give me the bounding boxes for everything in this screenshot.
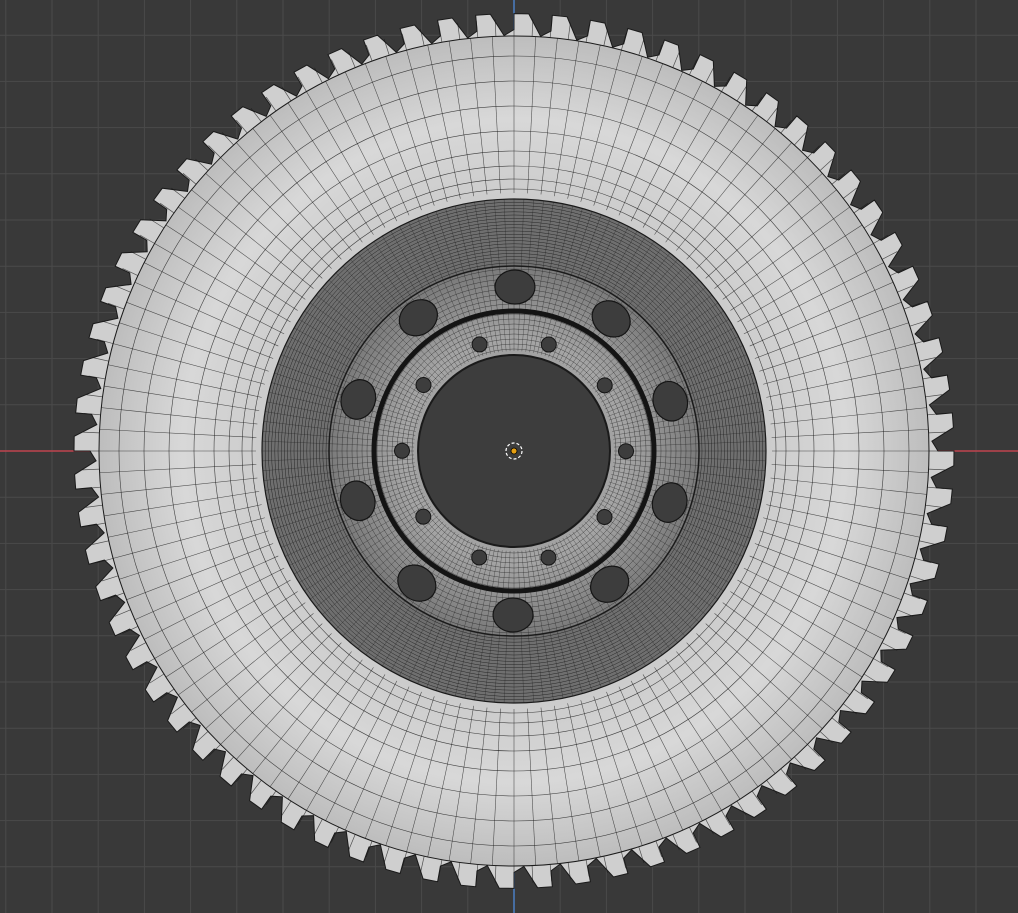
lug-nut-hole [415,377,432,394]
lug-nut-hole [415,508,432,525]
viewport-canvas[interactable] [0,0,1018,913]
origin-dot [510,447,518,455]
rim-large-hole [492,597,534,633]
lug-nut-hole [540,549,557,566]
lug-nut-hole [540,336,557,353]
lug-nut-hole [471,549,488,566]
lug-nut-hole [596,508,613,525]
3d-viewport[interactable] [0,0,1018,913]
lug-nut-hole [394,442,411,459]
lug-nut-hole [471,336,488,353]
lug-nut-hole [617,443,634,460]
lug-nut-hole [596,377,613,394]
rim-large-hole [494,269,536,305]
